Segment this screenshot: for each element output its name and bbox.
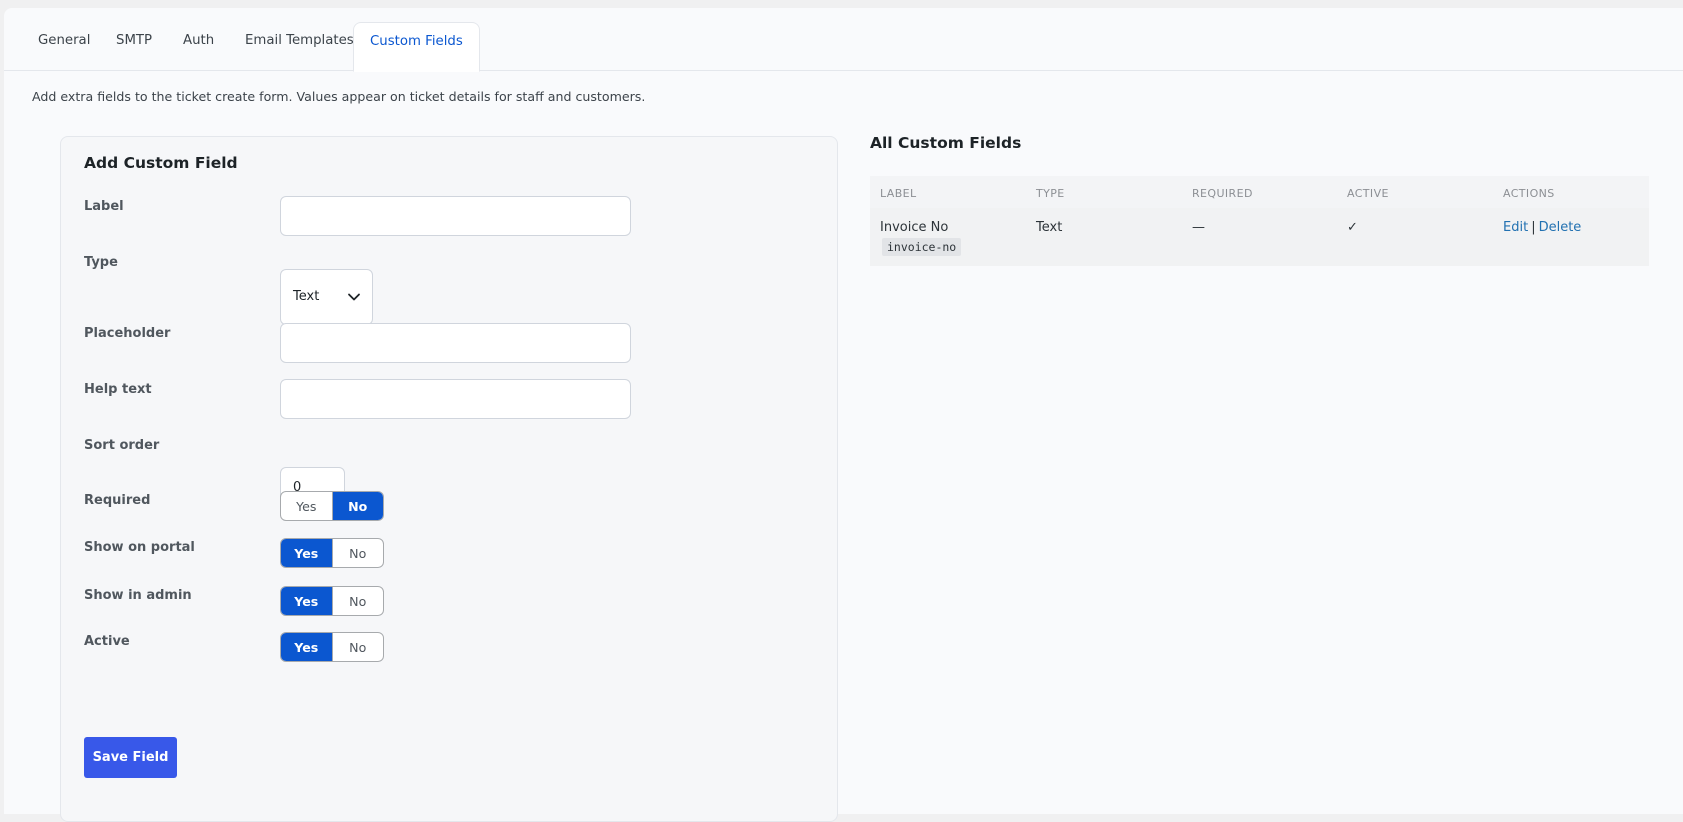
type-field-label: Type xyxy=(84,255,118,270)
active-yes-option[interactable]: Yes xyxy=(281,633,332,661)
field-actions-cell: Edit | Delete xyxy=(1503,220,1581,235)
table-row: Invoice No invoice-no Text — ✓ Edit | Dele… xyxy=(870,208,1649,266)
all-custom-fields-title: All Custom Fields xyxy=(870,134,1022,152)
placeholder-input[interactable] xyxy=(280,323,631,363)
show-on-portal-yes-option[interactable]: Yes xyxy=(281,539,332,567)
actions-separator: | xyxy=(1531,220,1536,235)
required-yes-option[interactable]: Yes xyxy=(281,492,332,520)
column-header-actions: ACTIONS xyxy=(1503,187,1555,200)
placeholder-field-label: Placeholder xyxy=(84,326,171,341)
type-select-value: Text xyxy=(293,289,320,304)
tab-smtp[interactable]: SMTP xyxy=(116,33,152,48)
tab-auth[interactable]: Auth xyxy=(183,33,214,48)
column-header-type: TYPE xyxy=(1036,187,1065,200)
label-field-label: Label xyxy=(84,199,124,214)
field-active-cell: ✓ xyxy=(1347,220,1358,235)
show-on-portal-no-option[interactable]: No xyxy=(331,539,384,567)
custom-fields-table: LABEL TYPE REQUIRED ACTIVE ACTIONS Invoi… xyxy=(870,176,1649,266)
table-header: LABEL TYPE REQUIRED ACTIVE ACTIONS xyxy=(870,176,1649,208)
form-title: Add Custom Field xyxy=(84,154,238,172)
required-label: Required xyxy=(84,493,151,508)
column-header-required: REQUIRED xyxy=(1192,187,1253,200)
field-required-cell: — xyxy=(1192,220,1205,235)
field-slug: invoice-no xyxy=(882,238,962,256)
active-label: Active xyxy=(84,634,130,649)
show-in-admin-label: Show in admin xyxy=(84,588,192,603)
column-header-label: LABEL xyxy=(880,187,917,200)
add-custom-field-card: Add Custom Field Label Type Text Placeho… xyxy=(60,136,838,822)
intro-text: Add extra fields to the ticket create fo… xyxy=(32,89,646,104)
field-label-cell: Invoice No xyxy=(880,220,949,235)
tab-email-templates[interactable]: Email Templates xyxy=(245,33,354,48)
show-in-admin-yes-option[interactable]: Yes xyxy=(281,587,332,615)
type-select[interactable]: Text xyxy=(280,269,373,325)
tab-general[interactable]: General xyxy=(38,33,90,48)
help-text-input[interactable] xyxy=(280,379,631,419)
active-toggle: Yes No xyxy=(280,632,384,662)
label-input[interactable] xyxy=(280,196,631,236)
column-header-active: ACTIVE xyxy=(1347,187,1389,200)
show-on-portal-toggle: Yes No xyxy=(280,538,384,568)
active-no-option[interactable]: No xyxy=(331,633,384,661)
field-type-cell: Text xyxy=(1036,220,1063,235)
settings-tabs: General SMTP Auth Email Templates Custom… xyxy=(4,22,1683,72)
show-on-portal-label: Show on portal xyxy=(84,540,195,555)
required-toggle: Yes No xyxy=(280,491,384,521)
delete-link[interactable]: Delete xyxy=(1539,220,1582,235)
save-field-button[interactable]: Save Field xyxy=(84,737,177,778)
show-in-admin-no-option[interactable]: No xyxy=(331,587,384,615)
chevron-down-icon xyxy=(348,293,360,301)
show-in-admin-toggle: Yes No xyxy=(280,586,384,616)
edit-link[interactable]: Edit xyxy=(1503,220,1528,235)
required-no-option[interactable]: No xyxy=(331,492,383,520)
help-text-field-label: Help text xyxy=(84,382,152,397)
settings-panel: General SMTP Auth Email Templates Custom… xyxy=(4,8,1683,822)
tab-custom-fields[interactable]: Custom Fields xyxy=(353,22,480,72)
sort-order-field-label: Sort order xyxy=(84,438,160,453)
